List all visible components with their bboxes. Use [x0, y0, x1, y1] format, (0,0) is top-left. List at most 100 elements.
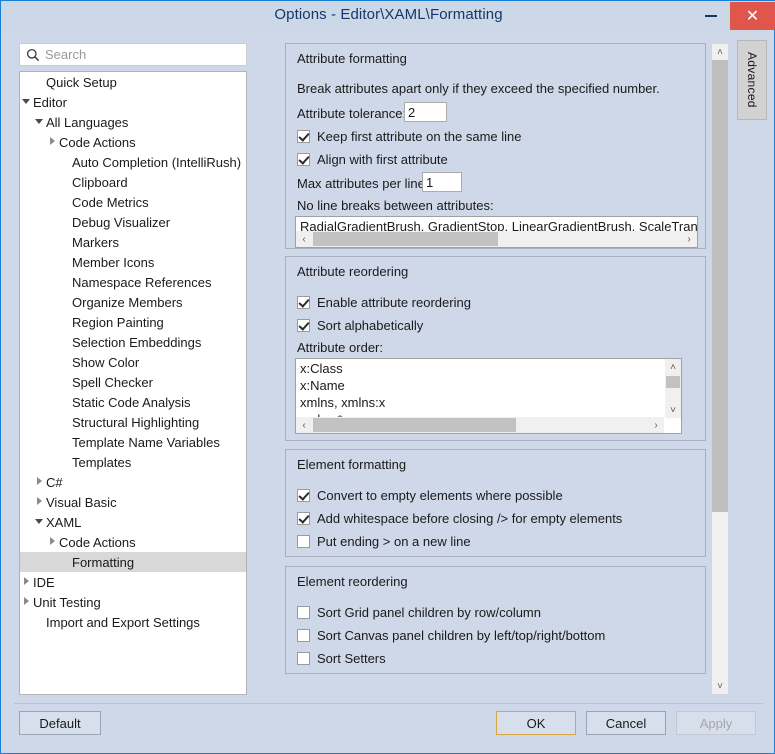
search-box[interactable]: Search [19, 43, 247, 66]
close-button[interactable]: ✕ [730, 2, 775, 30]
horizontal-scrollbar[interactable]: ‹ › [296, 417, 664, 433]
attribute-tolerance-input[interactable]: 2 [404, 102, 447, 122]
tree-item-label: C# [46, 474, 63, 490]
tree-item-templates[interactable]: Templates [20, 452, 246, 472]
scroll-up-icon[interactable]: ˄ [665, 359, 681, 375]
tree-item-visual-basic[interactable]: Visual Basic [20, 492, 246, 512]
tree-item-label: Templates [72, 454, 132, 470]
tree-item-show-color[interactable]: Show Color [20, 352, 246, 372]
scrollbar-thumb[interactable] [313, 418, 516, 432]
cancel-button[interactable]: Cancel [586, 711, 666, 735]
default-button[interactable]: Default [19, 711, 101, 735]
tree-item-spell-checker[interactable]: Spell Checker [20, 372, 246, 392]
attribute-order-listbox[interactable]: x:Classx:Namexmlns, xmlns:xxmlns:* ˄ ˅ ‹… [295, 358, 682, 434]
tree-item-label: Organize Members [72, 294, 183, 310]
tree-item-label: IDE [33, 574, 55, 590]
tree-item-ide[interactable]: IDE [20, 572, 246, 592]
minimize-button[interactable] [695, 2, 727, 30]
scroll-down-icon[interactable]: ˅ [712, 678, 728, 694]
chevron-right-icon[interactable] [20, 572, 33, 592]
ok-button[interactable]: OK [496, 711, 576, 735]
chevron-right-icon[interactable] [33, 472, 46, 492]
checkbox-enable-attribute-reordering[interactable]: Enable attribute reordering [297, 295, 471, 310]
scroll-down-icon[interactable]: ˅ [665, 402, 681, 418]
tree-item-label: Selection Embeddings [72, 334, 202, 350]
tree-item-editor[interactable]: Editor [20, 92, 246, 112]
tree-item-label: All Languages [46, 114, 129, 130]
checkbox-sort-setters[interactable]: Sort Setters [297, 651, 386, 666]
tree-item-code-actions[interactable]: Code Actions [20, 132, 246, 152]
tree-item-organize-members[interactable]: Organize Members [20, 292, 246, 312]
tree-item-c[interactable]: C# [20, 472, 246, 492]
vertical-scrollbar[interactable]: ˄ ˅ [665, 359, 681, 418]
checkbox-sort-grid-panel-children[interactable]: Sort Grid panel children by row/column [297, 605, 541, 620]
chevron-right-icon[interactable] [20, 592, 33, 612]
tree-item-xaml[interactable]: XAML [20, 512, 246, 532]
list-item[interactable]: x:Name [300, 377, 385, 394]
list-item[interactable]: xmlns, xmlns:x [300, 394, 385, 411]
checkbox-put-ending-on-new-line[interactable]: Put ending > on a new line [297, 534, 471, 549]
tree-item-markers[interactable]: Markers [20, 232, 246, 252]
tree-item-debug-visualizer[interactable]: Debug Visualizer [20, 212, 246, 232]
horizontal-scrollbar[interactable]: ‹ › [296, 231, 697, 247]
tree-item-member-icons[interactable]: Member Icons [20, 252, 246, 272]
chevron-down-icon[interactable] [33, 512, 46, 532]
scroll-up-icon[interactable]: ˄ [712, 44, 728, 60]
scrollbar-thumb[interactable] [666, 376, 680, 388]
tree-item-namespace-references[interactable]: Namespace References [20, 272, 246, 292]
advanced-tab[interactable]: Advanced [737, 40, 767, 120]
scroll-right-icon[interactable]: › [648, 417, 664, 433]
search-input[interactable]: Search [45, 47, 86, 62]
tree-item-quick-setup[interactable]: Quick Setup [20, 72, 246, 92]
tree-item-label: Unit Testing [33, 594, 101, 610]
checkbox-convert-to-empty-elements[interactable]: Convert to empty elements where possible [297, 488, 563, 503]
chevron-down-icon[interactable] [33, 112, 46, 132]
tree-item-auto-completion-intellirush[interactable]: Auto Completion (IntelliRush) [20, 152, 246, 172]
tree-item-all-languages[interactable]: All Languages [20, 112, 246, 132]
chevron-right-icon[interactable] [46, 132, 59, 152]
settings-tree[interactable]: Quick Setup Editor All Languages Code Actio… [19, 71, 247, 695]
chevron-down-icon[interactable] [20, 92, 33, 112]
tree-item-unit-testing[interactable]: Unit Testing [20, 592, 246, 612]
checkbox-box [297, 296, 310, 309]
scrollbar-thumb[interactable] [313, 232, 498, 246]
tree-item-code-actions[interactable]: Code Actions [20, 532, 246, 552]
max-attributes-input[interactable]: 1 [422, 172, 462, 192]
no-line-breaks-listbox[interactable]: RadialGradientBrush, GradientStop, Linea… [295, 216, 698, 248]
checkbox-box [297, 629, 310, 642]
scrollbar-thumb[interactable] [712, 60, 728, 512]
content-scrollbar[interactable]: ˄ ˅ [711, 43, 729, 695]
checkbox-sort-alphabetically[interactable]: Sort alphabetically [297, 318, 423, 333]
checkbox-add-whitespace-before-closing[interactable]: Add whitespace before closing /> for emp… [297, 511, 622, 526]
tree-item-clipboard[interactable]: Clipboard [20, 172, 246, 192]
chevron-right-icon[interactable] [33, 492, 46, 512]
checkbox-keep-first-attribute[interactable]: Keep first attribute on the same line [297, 129, 522, 144]
checkbox-label: Align with first attribute [317, 152, 448, 167]
tree-item-template-name-variables[interactable]: Template Name Variables [20, 432, 246, 452]
checkbox-sort-canvas-panel-children[interactable]: Sort Canvas panel children by left/top/r… [297, 628, 605, 643]
scroll-left-icon[interactable]: ‹ [296, 417, 312, 433]
tree-item-region-painting[interactable]: Region Painting [20, 312, 246, 332]
scroll-right-icon[interactable]: › [681, 231, 697, 247]
tree-item-static-code-analysis[interactable]: Static Code Analysis [20, 392, 246, 412]
checkbox-align-with-first-attribute[interactable]: Align with first attribute [297, 152, 448, 167]
scroll-left-icon[interactable]: ‹ [296, 231, 312, 247]
tree-item-selection-embeddings[interactable]: Selection Embeddings [20, 332, 246, 352]
tree-item-structural-highlighting[interactable]: Structural Highlighting [20, 412, 246, 432]
tree-item-code-metrics[interactable]: Code Metrics [20, 192, 246, 212]
tree-item-label: Visual Basic [46, 494, 117, 510]
chevron-right-icon[interactable] [46, 532, 59, 552]
list-item[interactable]: x:Class [300, 360, 385, 377]
tree-item-label: Namespace References [72, 274, 212, 290]
tree-item-formatting[interactable]: Formatting [20, 552, 246, 572]
tree-item-import-and-export-settings[interactable]: Import and Export Settings [20, 612, 246, 632]
apply-button[interactable]: Apply [676, 711, 756, 735]
